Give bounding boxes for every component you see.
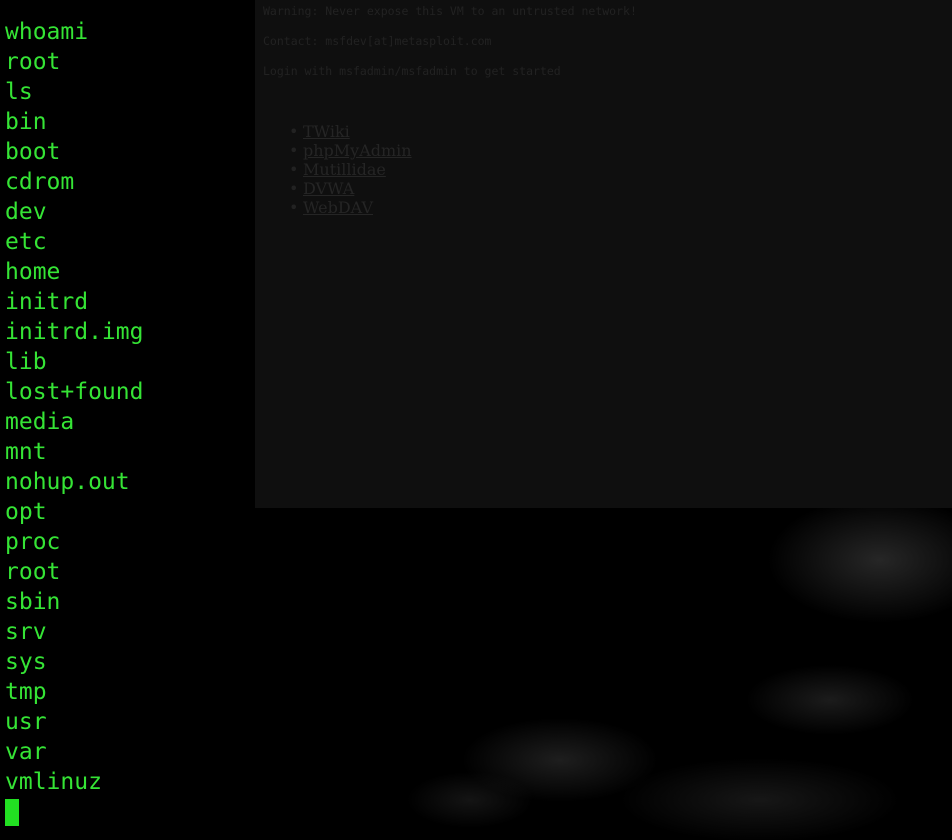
terminal-line: dev [5,199,47,225]
terminal-line: boot [5,139,61,165]
login-text: Login with msfadmin/msfadmin to get star… [263,64,561,78]
terminal-line: whoami [5,19,89,45]
terminal-line: root [5,49,61,75]
terminal-line: proc [5,529,61,555]
list-item: Mutillidae [289,160,412,179]
terminal-line: etc [5,229,47,255]
terminal-line: tmp [5,679,47,705]
terminal-line: sbin [5,589,61,615]
list-item: DVWA [289,179,412,198]
terminal-line: usr [5,709,47,735]
terminal-line: root [5,559,61,585]
terminal-line: cdrom [5,169,75,195]
terminal-line: lost+found [5,379,144,405]
terminal-line: lib [5,349,47,375]
app-links-list: TWiki phpMyAdmin Mutillidae DVWA WebDAV [289,122,412,217]
terminal-line: nohup.out [5,469,130,495]
list-item: phpMyAdmin [289,141,412,160]
link-twiki[interactable]: TWiki [303,122,350,141]
list-item: WebDAV [289,198,412,217]
terminal-line: initrd [5,289,89,315]
terminal-line: sys [5,649,47,675]
list-item: TWiki [289,122,412,141]
terminal-line: home [5,259,61,285]
terminal-window[interactable]: whoami root ls bin boot cdrom dev etc ho… [0,0,255,840]
contact-text: Contact: msfdev[at]metasploit.com [263,34,492,48]
terminal-line: var [5,739,47,765]
terminal-line: srv [5,619,47,645]
terminal-line: media [5,409,75,435]
terminal-line: ls [5,79,33,105]
link-webdav[interactable]: WebDAV [303,198,373,217]
terminal-line: initrd.img [5,319,144,345]
browser-page: Warning: Never expose this VM to an untr… [255,0,952,508]
terminal-line: opt [5,499,47,525]
link-dvwa[interactable]: DVWA [303,179,354,198]
terminal-line: vmlinuz [5,769,102,795]
terminal-line: mnt [5,439,47,465]
link-mutillidae[interactable]: Mutillidae [303,160,386,179]
terminal-line: bin [5,109,47,135]
terminal-cursor [5,799,19,826]
warning-text: Warning: Never expose this VM to an untr… [263,4,637,18]
link-phpmyadmin[interactable]: phpMyAdmin [303,141,412,160]
